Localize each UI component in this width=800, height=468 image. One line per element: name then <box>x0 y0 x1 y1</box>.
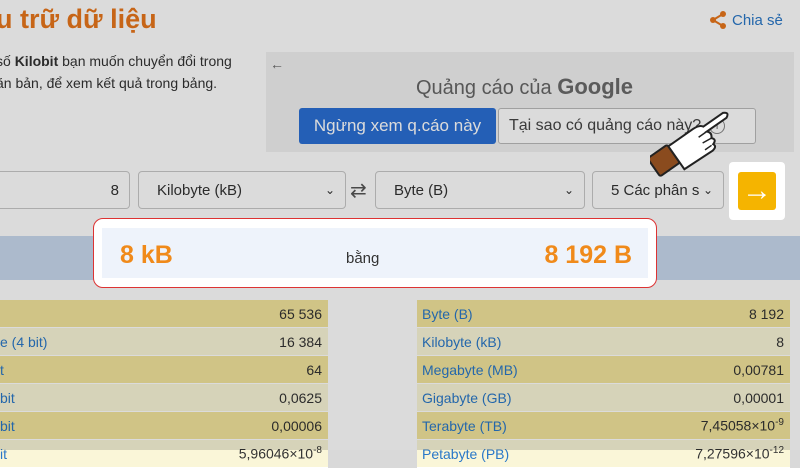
unit-label[interactable]: Terabyte (TB) <box>417 418 507 434</box>
left-results-table: 65 536 e (4 bit) 16 384 t 64 bit 0,0625 bit 0,00… <box>0 300 328 468</box>
unit-value-exponent: -9 <box>775 417 784 429</box>
unit-value-text: 5,96046×10 <box>238 445 314 462</box>
unit-value-exponent: -12 <box>769 445 784 457</box>
intro-suffix: bạn muốn chuyển đổi trong <box>58 53 232 69</box>
unit-value-text: 65 536 <box>279 305 322 322</box>
unit-value: 64 <box>306 362 328 378</box>
unit-label[interactable]: Kilobyte (kB) <box>417 334 501 350</box>
swap-icon[interactable]: ⇄ <box>350 178 367 203</box>
unit-value-text: 0,00001 <box>733 389 784 406</box>
unit-value-text: 0,00781 <box>733 361 784 378</box>
table-row: it 5,96046×10-8 <box>0 440 328 468</box>
arrow-right-icon: → <box>738 172 776 210</box>
unit-label[interactable]: Megabyte (MB) <box>417 362 518 378</box>
unit-value: 7,45058×10-9 <box>701 417 790 434</box>
to-unit-select[interactable]: Byte (B) ⌄ <box>375 171 585 209</box>
unit-value-text: 8 <box>776 333 784 350</box>
precision-value: 5 Các phân s <box>611 181 700 199</box>
table-row: Kilobyte (kB) 8 <box>417 328 790 356</box>
unit-label[interactable]: Petabyte (PB) <box>417 446 509 462</box>
unit-value-text: 8 192 <box>748 305 784 322</box>
result-output: 8 192 B <box>544 241 632 269</box>
unit-value: 7,27596×10-12 <box>695 445 790 462</box>
unit-value: 5,96046×10-8 <box>239 445 328 462</box>
stop-ad-button[interactable]: Ngừng xem q.cáo này <box>299 108 496 144</box>
unit-label[interactable]: it <box>0 446 7 462</box>
table-row: e (4 bit) 16 384 <box>0 328 328 356</box>
chevron-down-icon: ⌄ <box>324 183 335 197</box>
ad-label-text: Quảng cáo của <box>416 77 552 99</box>
ad-label: Quảng cáo của Google <box>416 74 633 100</box>
intro-text: số Kilobit bạn muốn chuyển đổi trong ăn … <box>0 50 266 94</box>
table-row: 65 536 <box>0 300 328 328</box>
unit-value: 65 536 <box>279 306 328 322</box>
table-row: bit 0,0625 <box>0 384 328 412</box>
back-arrow-icon[interactable]: ← <box>270 56 284 72</box>
result-highlight: 8 kB bằng 8 192 B <box>93 218 657 288</box>
table-row: t 64 <box>0 356 328 384</box>
right-results-table: Byte (B) 8 192 Kilobyte (kB) 8 Megabyte (MB)… <box>417 300 790 468</box>
unit-value: 0,00006 <box>271 418 328 434</box>
table-row: Terabyte (TB) 7,45058×10-9 <box>417 412 790 440</box>
pointing-hand-icon <box>650 111 729 177</box>
unit-label[interactable]: Byte (B) <box>417 306 473 322</box>
result-input: 8 kB <box>120 241 173 269</box>
share-button[interactable]: Chia sẻ <box>708 10 783 30</box>
unit-value: 0,00781 <box>733 362 790 378</box>
share-label: Chia sẻ <box>732 11 783 29</box>
unit-value: 16 384 <box>279 334 328 350</box>
value-input[interactable]: 8 <box>0 171 130 209</box>
unit-value-text: 7,45058×10 <box>700 417 776 434</box>
unit-value: 8 <box>776 334 790 350</box>
unit-value: 0,00001 <box>733 390 790 406</box>
table-row: Byte (B) 8 192 <box>417 300 790 328</box>
unit-label[interactable]: t <box>0 362 4 378</box>
chevron-down-icon: ⌄ <box>702 183 713 197</box>
unit-label[interactable]: e (4 bit) <box>0 334 47 350</box>
intro-line2: ăn bản, để xem kết quả trong bảng. <box>0 75 218 91</box>
table-row: bit 0,00006 <box>0 412 328 440</box>
table-row: Megabyte (MB) 0,00781 <box>417 356 790 384</box>
from-unit-value: Kilobyte (kB) <box>157 181 243 199</box>
from-unit-select[interactable]: Kilobyte (kB) ⌄ <box>138 171 346 209</box>
unit-label[interactable]: bit <box>0 390 15 406</box>
table-row: Gigabyte (GB) 0,00001 <box>417 384 790 412</box>
result-panel: 8 kB bằng 8 192 B <box>102 228 648 278</box>
unit-value-text: 16 384 <box>279 333 322 350</box>
intro-prefix: số <box>0 53 11 69</box>
result-equals: bằng <box>346 250 380 267</box>
unit-value: 0,0625 <box>279 390 328 406</box>
unit-label[interactable]: Gigabyte (GB) <box>417 390 511 406</box>
unit-value: 8 192 <box>749 306 790 322</box>
share-icon <box>710 11 726 29</box>
chevron-down-icon: ⌄ <box>563 183 574 197</box>
unit-value-text: 0,0625 <box>279 389 322 406</box>
unit-value-text: 0,00006 <box>271 417 322 434</box>
unit-value-text: 7,27596×10 <box>695 445 770 462</box>
google-logo: Google <box>557 74 633 99</box>
page-title: u trữ dữ liệu <box>0 4 157 34</box>
unit-value-exponent: -8 <box>313 445 322 457</box>
intro-bold: Kilobit <box>14 53 59 69</box>
unit-label[interactable]: bit <box>0 418 15 434</box>
to-unit-value: Byte (B) <box>394 181 449 199</box>
table-row: Petabyte (PB) 7,27596×10-12 <box>417 440 790 468</box>
unit-value-text: 64 <box>306 361 322 378</box>
